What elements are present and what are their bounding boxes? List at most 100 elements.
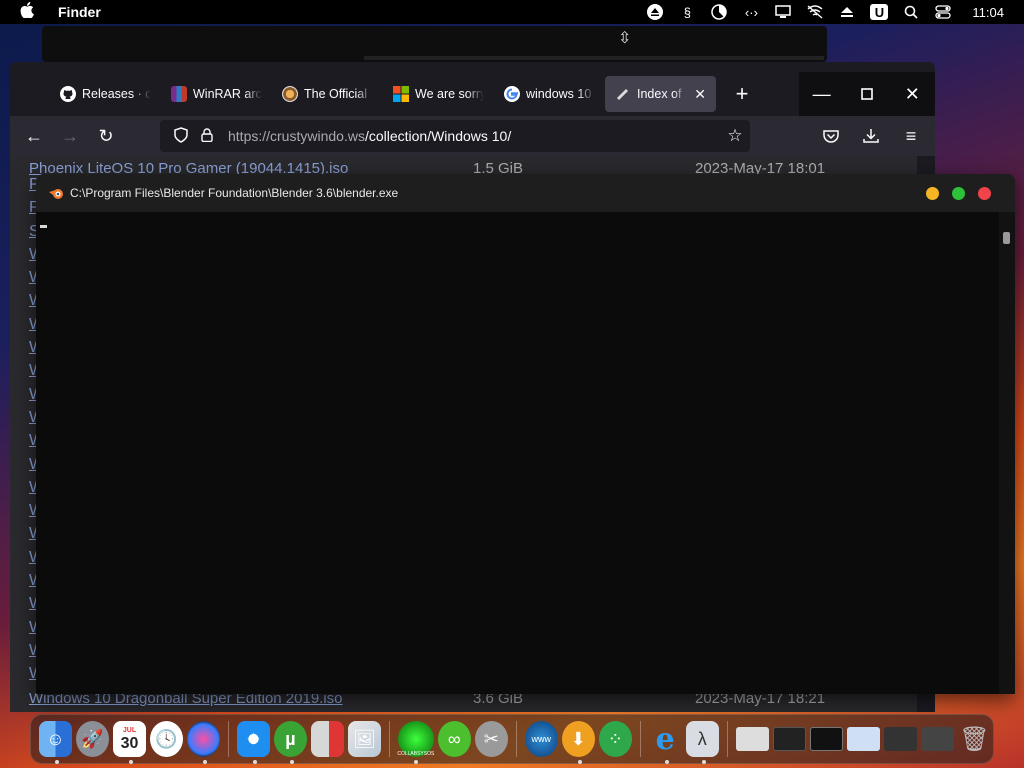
window-thumb-4[interactable] [846, 727, 880, 751]
traffic-lights [926, 186, 1015, 200]
safari-icon[interactable]: ✦ [236, 721, 270, 764]
window-thumb-3[interactable] [809, 727, 843, 751]
tab-label: Index of /c [637, 87, 686, 101]
muted-wifi-icon[interactable] [806, 4, 824, 20]
tools-icon[interactable]: ✂ [474, 721, 508, 757]
maximize-icon[interactable] [844, 72, 889, 116]
back-icon[interactable]: ← [16, 120, 52, 152]
calendar-icon[interactable]: JUL 30 [113, 721, 146, 764]
download-icon[interactable]: ⬇ [561, 721, 595, 764]
shield-icon[interactable] [168, 126, 194, 146]
tab-label: We are sorry, [415, 87, 484, 101]
page-icon [615, 86, 631, 102]
window-controls: — ✕ [799, 72, 935, 116]
tab-sorry[interactable]: We are sorry, [383, 76, 494, 112]
display-icon[interactable] [774, 4, 792, 20]
winrar-icon [171, 86, 187, 102]
tab-google-search[interactable]: windows 10 [494, 76, 605, 112]
hamburger-menu-icon[interactable]: ≡ [893, 120, 929, 152]
dock-separator [388, 721, 390, 757]
tab-official[interactable]: The Official [272, 76, 383, 112]
url-path: /collection/Windows 10/ [364, 128, 512, 144]
scroll-thumb[interactable] [1003, 232, 1010, 244]
link-icon[interactable]: ∞ [437, 721, 471, 757]
text-cursor [40, 225, 47, 228]
siri-icon[interactable] [187, 721, 220, 764]
remote-desktop-icon[interactable] [310, 721, 344, 757]
code-arrows-icon[interactable]: ‹·› [742, 4, 760, 20]
google-icon [504, 86, 520, 102]
minimize-light-icon[interactable] [926, 186, 939, 200]
reload-icon[interactable]: ↻ [88, 120, 124, 152]
control-center-icon[interactable] [934, 4, 952, 20]
www-icon[interactable]: www [524, 721, 558, 757]
dock-separator [228, 721, 229, 757]
background-window-bar [364, 56, 824, 60]
dock-separator [726, 721, 728, 757]
github-icon [60, 86, 76, 102]
console-title: C:\Program Files\Blender Foundation\Blen… [70, 186, 399, 200]
window-thumb-2[interactable] [772, 727, 806, 751]
console-titlebar[interactable]: C:\Program Files\Blender Foundation\Blen… [36, 174, 1015, 212]
downloads-icon[interactable] [853, 120, 889, 152]
eject-triangle-icon[interactable] [838, 4, 856, 20]
tab-label: The Official [304, 87, 367, 101]
tab-index-active[interactable]: Index of /c ✕ [605, 76, 716, 112]
script-icon[interactable]: § [678, 4, 696, 20]
lock-icon[interactable] [194, 127, 220, 145]
new-tab-button[interactable]: + [724, 76, 760, 112]
tab-label: WinRAR arch [193, 87, 262, 101]
minimize-icon[interactable]: — [799, 72, 844, 116]
dock-separator [515, 721, 517, 757]
collab-label: COLLABSYSOS [397, 751, 435, 757]
dock: ☺ 🚀 JUL 30 🕓 ✦ µ 🖼 COLLABSYSOS ∞ ✂ www ⬇ … [30, 714, 994, 764]
tab-label: Releases · co [82, 87, 151, 101]
resize-arrows-icon: ⇳ [618, 30, 632, 47]
navigation-toolbar: ← → ↻ https://crustywindo.ws/collection/… [10, 116, 935, 156]
u-badge-icon[interactable]: U [870, 4, 889, 20]
windows-logo-icon [393, 86, 409, 102]
close-icon[interactable]: ✕ [890, 72, 935, 116]
url-host: https://crustywindo.ws [228, 128, 365, 144]
blender-icon [48, 186, 64, 200]
url-text[interactable]: https://crustywindo.ws/collection/Window… [228, 128, 511, 144]
tab-strip: Releases · co WinRAR arch The Official W… [10, 72, 935, 116]
menubar-clock[interactable]: 11:04 [972, 5, 1004, 20]
blender-console-window[interactable]: C:\Program Files\Blender Foundation\Blen… [36, 174, 1015, 694]
tab-winrar[interactable]: WinRAR arch [161, 76, 272, 112]
window-thumb-6[interactable] [920, 727, 954, 751]
bookmark-star-icon[interactable]: ☆ [720, 126, 750, 146]
launchpad-icon[interactable]: 🚀 [76, 721, 109, 757]
menu-bar: Finder § ‹·› U 11:04 [0, 0, 1024, 24]
dock-separator [639, 721, 641, 757]
official-icon [282, 86, 298, 102]
console-scrollbar[interactable] [999, 212, 1015, 694]
search-icon[interactable] [902, 4, 920, 20]
trash-icon[interactable]: 🗑 [958, 721, 991, 757]
lambda-icon[interactable]: λ [685, 721, 719, 764]
calendar-day: 30 [120, 734, 139, 752]
window-thumb-1[interactable] [735, 727, 769, 751]
preview-icon[interactable]: 🖼 [347, 721, 381, 757]
pie-chart-icon[interactable] [710, 4, 728, 20]
utorrent-icon[interactable]: µ [273, 721, 307, 764]
tab-label: windows 10 [526, 87, 592, 101]
tab-releases[interactable]: Releases · co [50, 76, 161, 112]
window-thumb-5[interactable] [883, 727, 917, 751]
close-light-icon[interactable] [978, 186, 991, 200]
dots-icon[interactable]: ⁘ [598, 721, 632, 757]
forward-icon[interactable]: → [52, 120, 88, 152]
collabsysos-icon[interactable]: COLLABSYSOS [397, 721, 435, 764]
internet-explorer-icon[interactable]: e [649, 721, 682, 764]
apple-menu-icon[interactable] [20, 2, 40, 22]
calendar-month: JUL [122, 726, 137, 734]
active-app-name[interactable]: Finder [58, 4, 101, 20]
url-bar[interactable]: https://crustywindo.ws/collection/Window… [160, 120, 750, 152]
zoom-light-icon[interactable] [952, 186, 965, 200]
clock-icon[interactable]: 🕓 [150, 721, 183, 757]
pocket-icon[interactable] [813, 120, 849, 152]
finder-icon[interactable]: ☺ [39, 721, 72, 764]
eject-icon[interactable] [646, 4, 664, 20]
background-window: ⇳ [42, 26, 827, 62]
close-tab-icon[interactable]: ✕ [694, 86, 706, 103]
